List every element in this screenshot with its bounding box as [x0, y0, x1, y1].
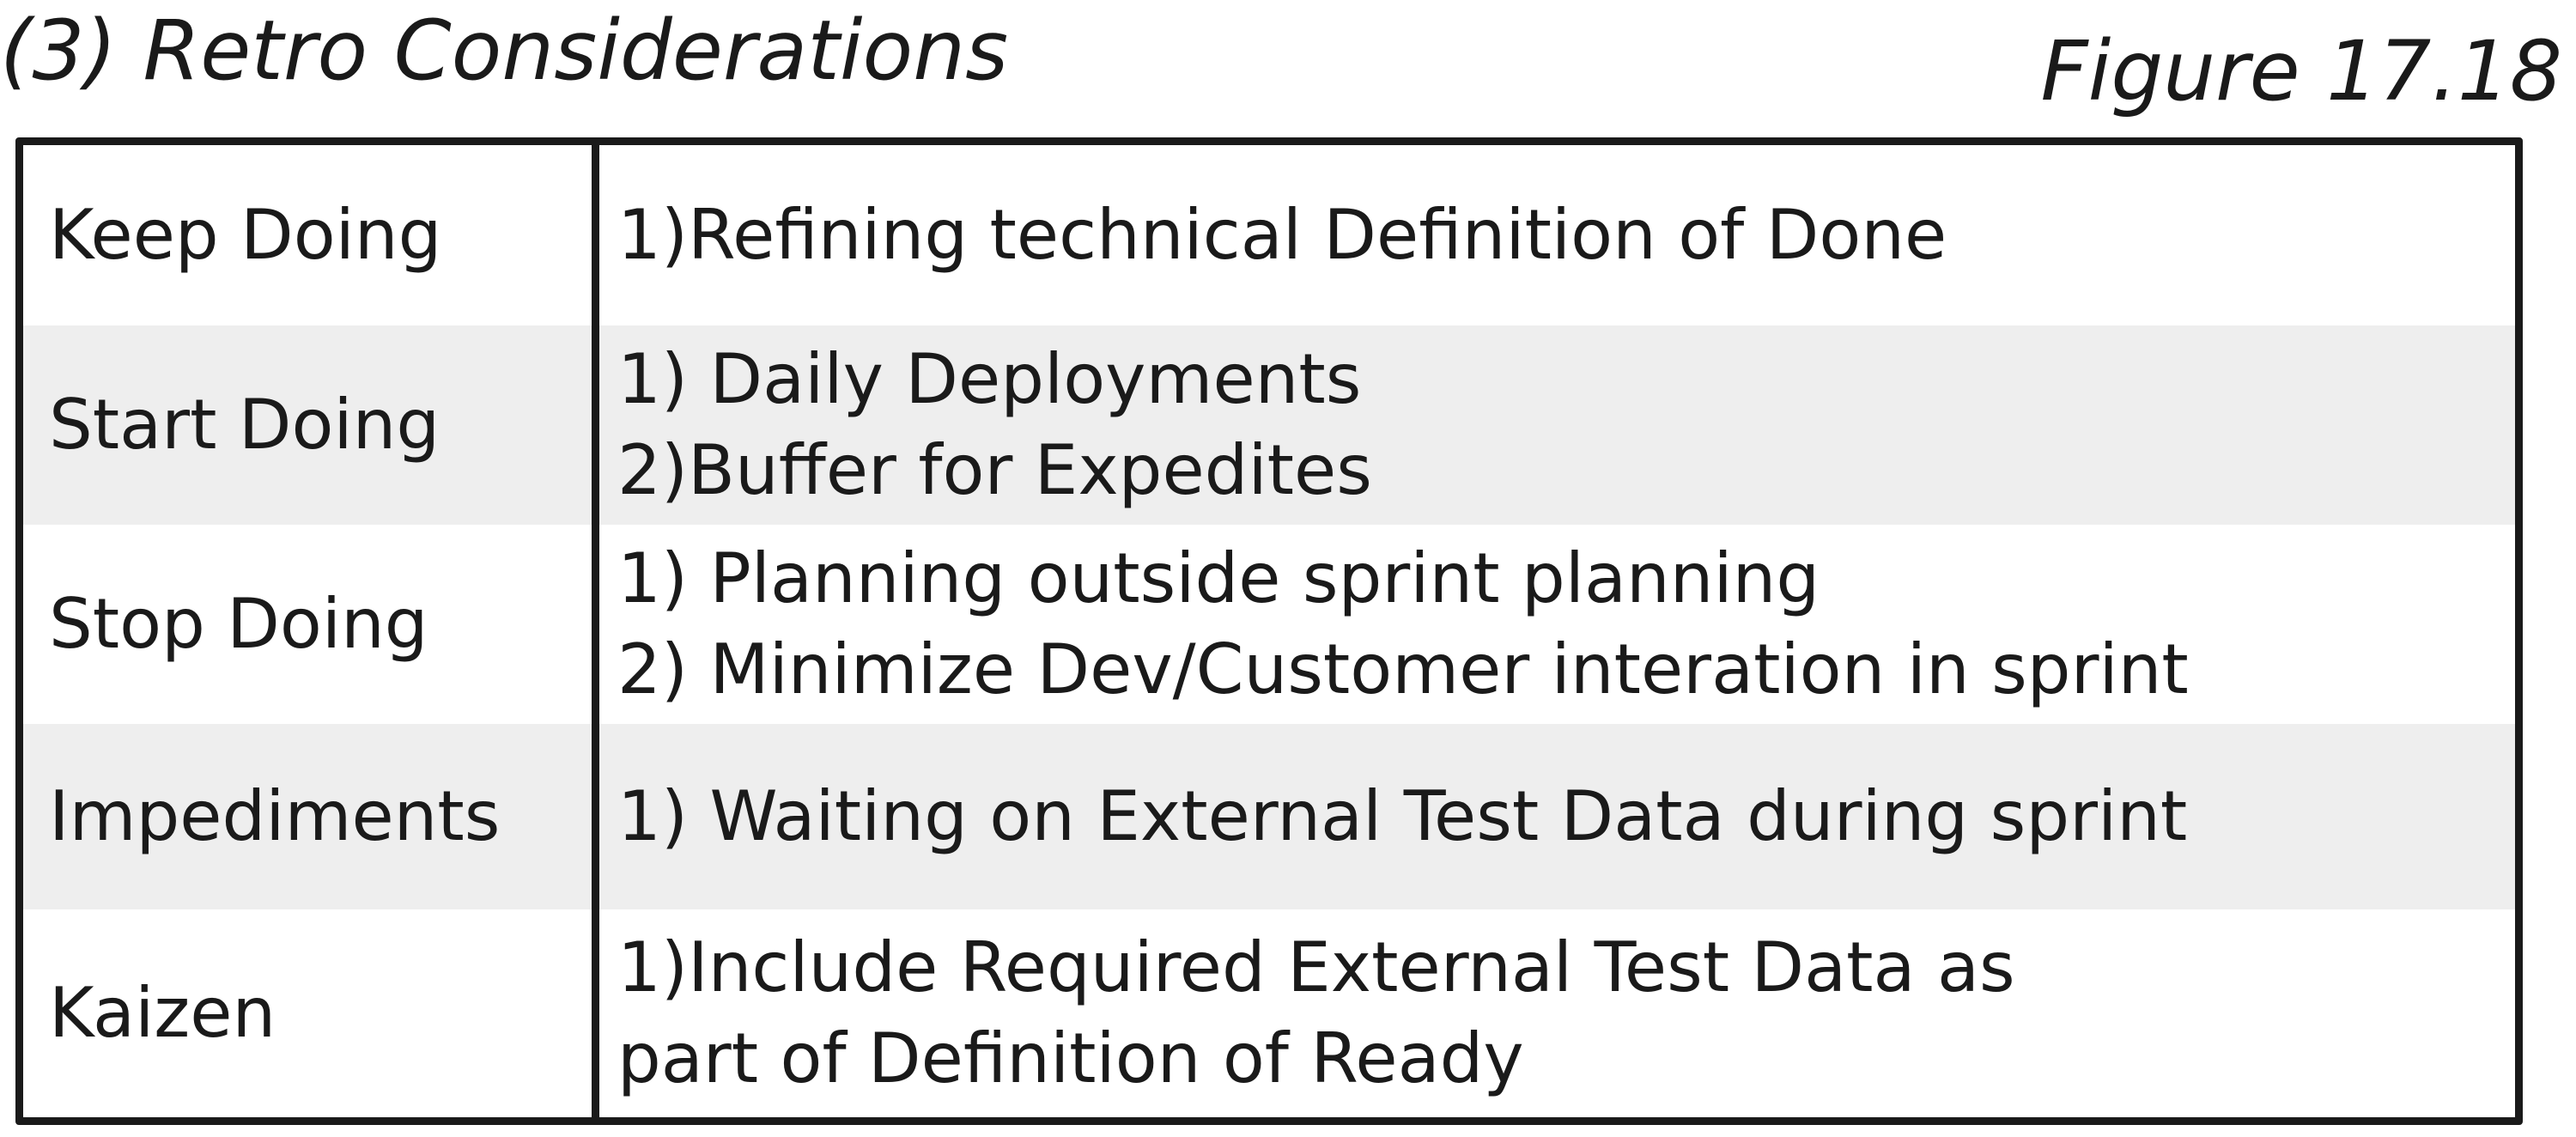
row-items: 1)Refining technical Definition of Done: [592, 190, 1947, 281]
row-items: 1) Planning outside sprint planning 2) M…: [592, 533, 2189, 715]
row-item: 1) Planning outside sprint planning: [617, 538, 1820, 618]
row-item: 1)Include Required External Test Data as: [617, 927, 2015, 1007]
row-item: part of Definition of Ready: [617, 1018, 1524, 1098]
row-label: Keep Doing: [49, 195, 442, 275]
row-label: Kaizen: [49, 973, 276, 1053]
row-item: 2)Buffer for Expedites: [617, 430, 1372, 510]
row-label: Stop Doing: [49, 584, 428, 664]
row-item: 2) Minimize Dev/Customer interation in s…: [617, 629, 2189, 709]
row-items: 1) Waiting on External Test Data during …: [592, 771, 2187, 862]
row-label: Impediments: [49, 776, 501, 856]
row-label: Start Doing: [49, 385, 440, 465]
row-stop-doing: Stop Doing 1) Planning outside sprint pl…: [23, 525, 2515, 724]
row-impediments: Impediments 1) Waiting on External Test …: [23, 724, 2515, 909]
row-item: 1) Waiting on External Test Data during …: [617, 776, 2188, 856]
row-items: 1) Daily Deployments 2)Buffer for Expedi…: [592, 334, 1372, 516]
column-divider: [592, 145, 599, 1117]
figure-title: (3) Retro Considerations: [0, 3, 1009, 99]
row-start-doing: Start Doing 1) Daily Deployments 2)Buffe…: [23, 325, 2515, 525]
row-items: 1)Include Required External Test Data as…: [592, 922, 2015, 1104]
row-item: 1)Refining technical Definition of Done: [617, 195, 1947, 275]
row-kaizen: Kaizen 1)Include Required External Test …: [23, 909, 2515, 1117]
figure-number: Figure 17.18: [2040, 23, 2562, 119]
row-keep-doing: Keep Doing 1)Refining technical Definiti…: [23, 145, 2515, 325]
row-item: 1) Daily Deployments: [617, 339, 1362, 419]
retro-table: Keep Doing 1)Refining technical Definiti…: [15, 137, 2523, 1125]
